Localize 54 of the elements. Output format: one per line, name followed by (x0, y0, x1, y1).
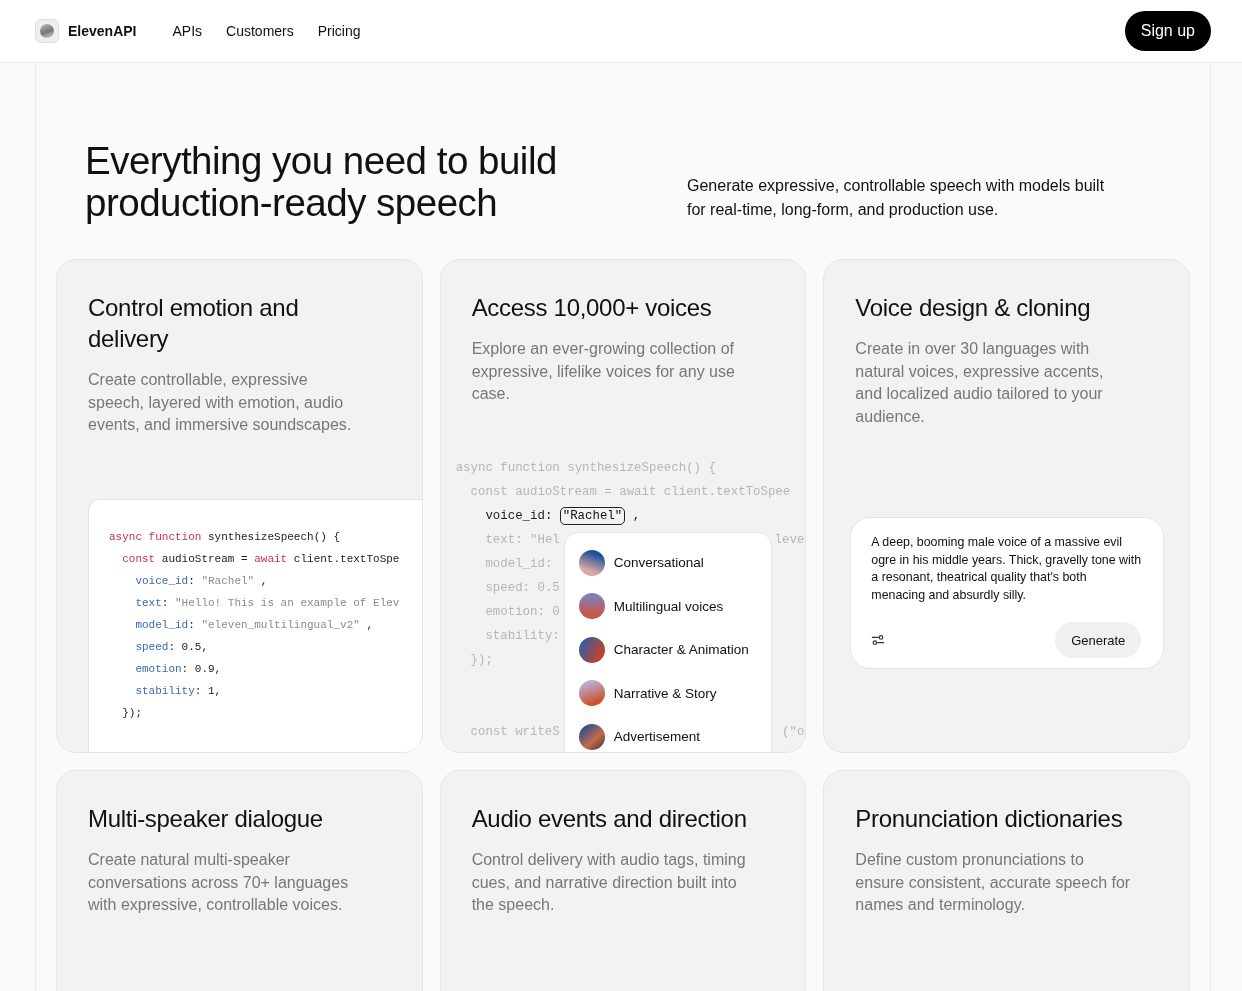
code-line: speed: 0.5 (484, 579, 560, 597)
card-description: Control delivery with audio tags, timing cues, and narrative direction built into the speech. (471, 850, 747, 915)
code-line: const audioStream = await client.textToSpee (469, 483, 791, 501)
card-title: Audio events and direction (471, 804, 748, 834)
code-line: stability: (484, 627, 560, 645)
code-line: }); (469, 651, 493, 669)
code-line: stability: 1, (134, 684, 222, 699)
nav-link[interactable]: Pricing (317, 23, 361, 39)
code-fragment: ("o (782, 723, 806, 741)
voice-option[interactable]: Character & Animation (578, 628, 771, 672)
voice-avatar-icon (578, 593, 605, 620)
code-line: async function synthesizeSpeech() { (109, 530, 341, 545)
hero-heading: Everything you need to build production-ready speech (85, 140, 558, 224)
card-description: Explore an ever-growing collection of expressive, lifelike voices for any use case. (471, 339, 736, 404)
voice-option[interactable]: Advertisement (578, 715, 771, 752)
prompt-text: A deep, booming male voice of a massive evil ogre in his middle years. Thick, gravelly tone with a resonant, theatrical quality that's both menacing and absurdly silly. (871, 534, 1142, 604)
voice-avatar-icon (578, 549, 605, 576)
generate-button[interactable]: Generate (1055, 622, 1142, 658)
code-line: const writeS (469, 723, 560, 741)
voice-option[interactable]: Conversational (578, 541, 771, 585)
sign-up-button[interactable]: Sign up (1124, 11, 1211, 51)
code-line: }); (121, 706, 142, 721)
logo-icon[interactable] (35, 19, 59, 43)
voice-option[interactable]: Multilingual voices (578, 584, 771, 628)
card-description: Create controllable, expressive speech, layered with emotion, audio events, and immersive soundscapes. (88, 370, 353, 435)
code-fragment: leve (774, 531, 806, 549)
code-line: text: "Hello! This is an example of Elev (134, 596, 400, 611)
code-line: model_id: (484, 555, 553, 573)
settings-sliders-icon[interactable] (871, 633, 886, 647)
voice-avatar-icon (578, 723, 605, 750)
voice-option[interactable]: Narrative & Story (578, 671, 771, 715)
voice-avatar-icon (578, 636, 605, 663)
code-line: async function synthesizeSpeech() { (455, 459, 716, 477)
card-description: Create in over 30 languages with natural voices, expressive accents, and localized audio tailored to your audience. (855, 339, 1105, 427)
nav-link[interactable]: APIs (172, 23, 203, 39)
brand-link[interactable]: ElevenAPI (68, 23, 137, 39)
card-title: Voice design & cloning (855, 293, 1092, 323)
nav-link[interactable]: Customers (226, 23, 294, 39)
code-line: model_id: "eleven_multilingual_v2" , (134, 618, 374, 633)
card-description: Define custom pronunciations to ensure consistent, accurate speech for names and terminology. (855, 850, 1131, 915)
code-line: text: "Hel (484, 531, 560, 549)
card-title: Multi-speaker dialogue (88, 804, 324, 834)
code-line: voice_id: "Rachel" , (484, 505, 641, 527)
card-title: Pronunciation dictionaries (855, 804, 1124, 834)
voice-avatar-icon (578, 680, 605, 707)
code-line: const audioStream = await client.textToSpe (121, 552, 400, 567)
card-description: Create natural multi-speaker conversations across 70+ languages with expressive, controllable voices. (88, 850, 350, 915)
card-title: Access 10,000+ voices (471, 293, 713, 323)
card-title: Control emotion and delivery (88, 293, 300, 354)
code-line: emotion: 0.9, (134, 662, 222, 677)
code-line: speed: 0.5, (134, 640, 208, 655)
code-line: emotion: 0 (484, 603, 560, 621)
code-line: voice_id: "Rachel" , (134, 574, 268, 589)
hero-description: Generate expressive, controllable speech with models built for real-time, long-form, and production use. (687, 176, 1106, 220)
